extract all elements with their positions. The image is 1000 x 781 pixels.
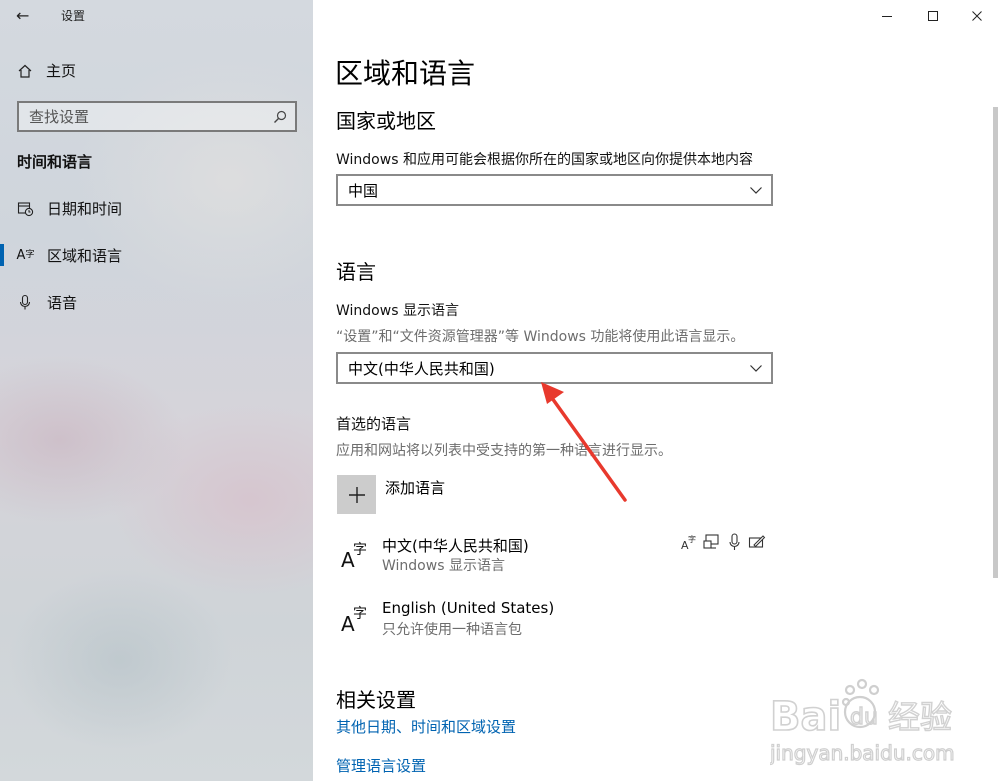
svg-text:du: du xyxy=(850,705,878,730)
svg-text:经验: 经验 xyxy=(888,698,952,736)
baidu-jingyan-watermark: Bai du 经验 jingyan.baidu.com xyxy=(770,678,955,766)
annotation-arrow xyxy=(541,382,627,502)
svg-text:Bai: Bai xyxy=(770,694,841,740)
svg-text:jingyan.baidu.com: jingyan.baidu.com xyxy=(770,741,955,765)
